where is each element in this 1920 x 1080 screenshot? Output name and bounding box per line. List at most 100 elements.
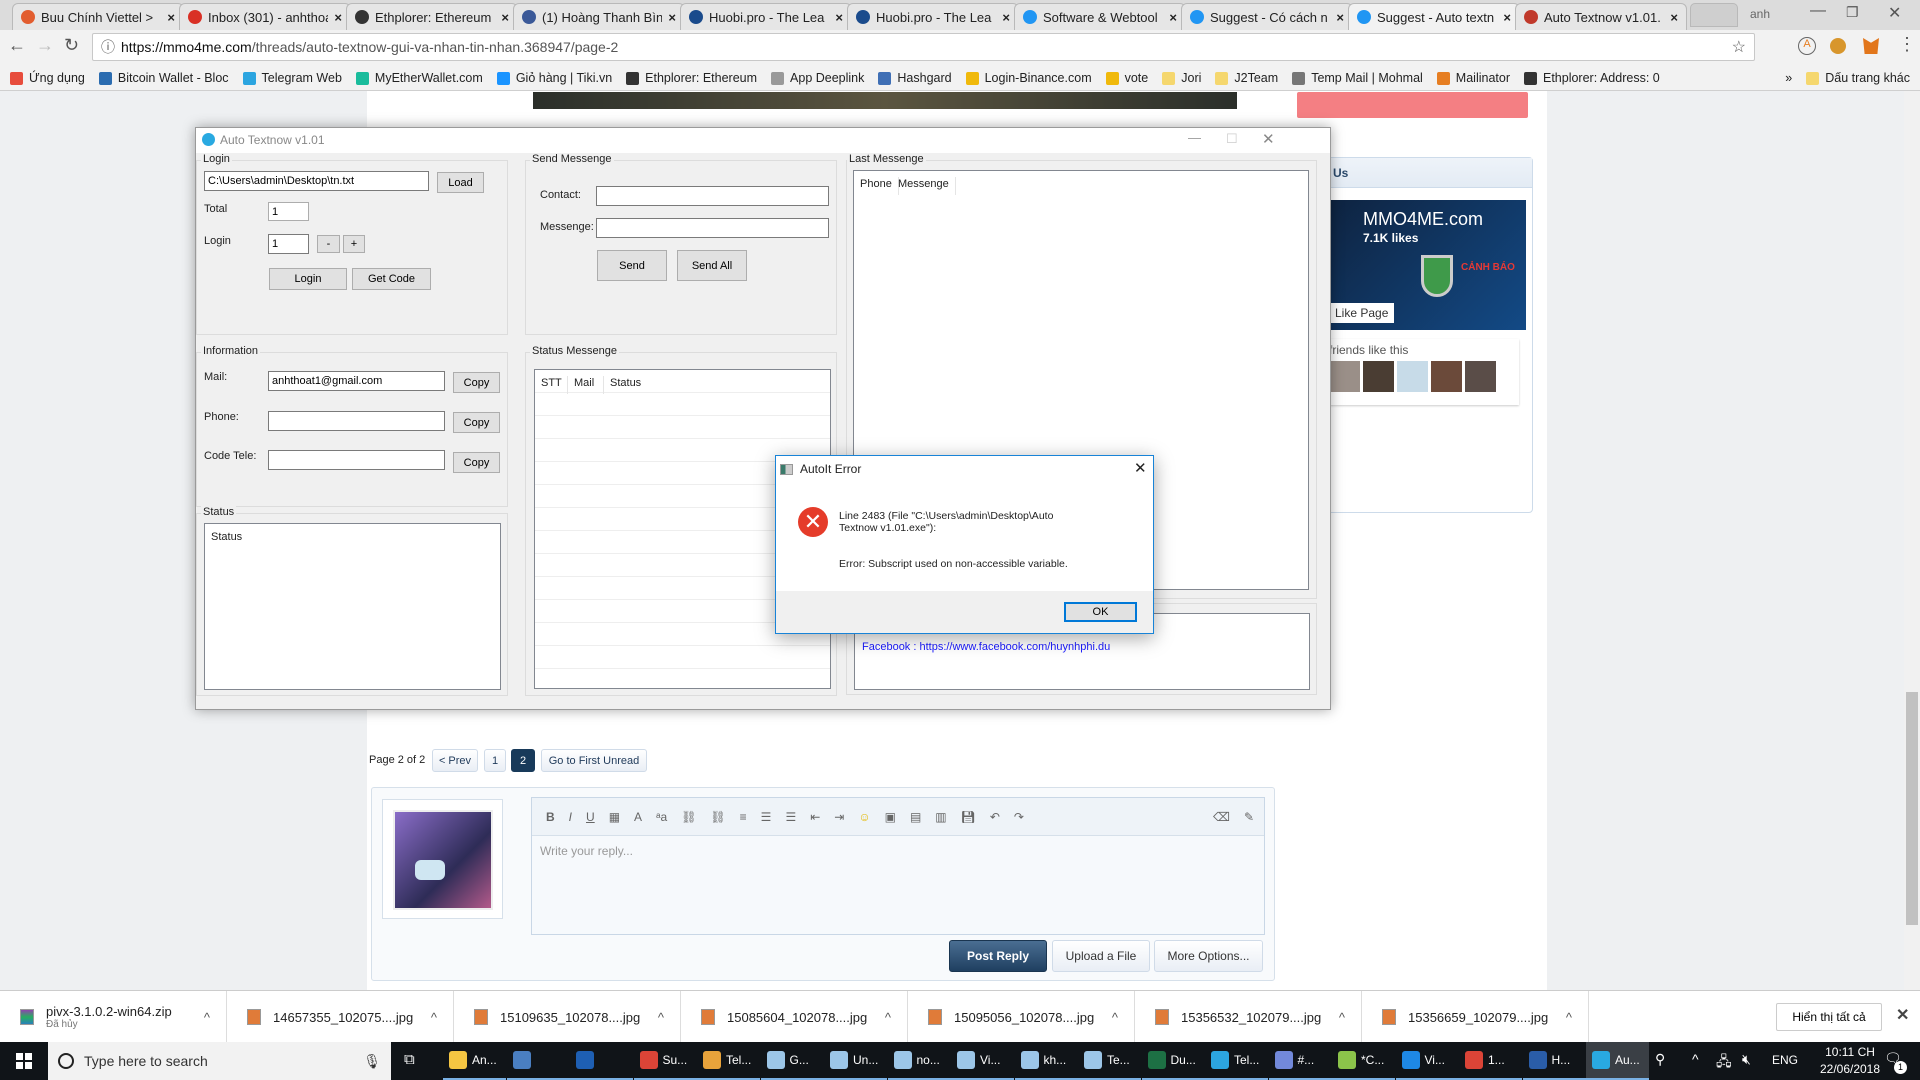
friend-avatar[interactable] xyxy=(1329,361,1360,392)
clock-date[interactable]: 22/06/2018 xyxy=(1818,1062,1882,1076)
other-bookmarks-folder[interactable]: Dấu trang khác xyxy=(1806,71,1910,85)
windows-start-icon[interactable] xyxy=(16,1053,32,1069)
browser-tab[interactable]: (1) Hoàng Thanh Bìn × xyxy=(513,3,685,30)
browser-tab[interactable]: Ethplorer: Ethereum × xyxy=(346,3,518,30)
extension-a-icon[interactable]: A xyxy=(1798,37,1816,55)
unlink-icon[interactable]: ⛓ xyxy=(710,810,725,824)
eraser-icon[interactable]: ⌫ xyxy=(1213,810,1230,824)
metamask-icon[interactable] xyxy=(1863,38,1879,54)
browser-tab[interactable]: Inbox (301) - anhthoa × xyxy=(179,3,351,30)
page-1-link[interactable]: 1 xyxy=(484,749,506,772)
forward-icon[interactable]: → xyxy=(36,35,54,56)
browser-tab[interactable]: Huobi.pro - The Lea × xyxy=(680,3,852,30)
new-tab-button[interactable] xyxy=(1690,3,1738,27)
tab-close-icon[interactable]: × xyxy=(1002,10,1010,25)
insert-icon[interactable]: ▥ xyxy=(935,810,946,824)
tab-close-icon[interactable]: × xyxy=(1503,10,1511,25)
save-draft-icon[interactable]: 💾︎ xyxy=(961,810,976,824)
bullet-list-icon[interactable]: ☰ xyxy=(761,810,772,824)
input-language[interactable]: ENG xyxy=(1772,1053,1798,1067)
taskbar-app[interactable]: no... xyxy=(887,1042,951,1080)
mail-input[interactable]: anhthoat1@gmail.com xyxy=(268,371,445,391)
send-button[interactable]: Send xyxy=(597,250,667,281)
bookmark-item[interactable]: Ứng dụng xyxy=(10,71,85,85)
font-icon[interactable]: ᵃa xyxy=(656,810,667,824)
tab-close-icon[interactable]: × xyxy=(334,10,342,25)
login-count-input[interactable]: 1 xyxy=(268,234,309,254)
tab-close-icon[interactable]: × xyxy=(501,10,509,25)
column-status[interactable]: Status xyxy=(604,376,647,394)
clock-time[interactable]: 10:11 CH xyxy=(1818,1045,1882,1059)
dialog-close-icon[interactable]: ✕ xyxy=(1134,459,1147,477)
like-page-button[interactable]: Like Page xyxy=(1329,303,1395,323)
bookmark-item[interactable]: Hashgard xyxy=(878,71,952,85)
network-icon[interactable]: 🖧︎ xyxy=(1716,1051,1732,1075)
media-icon[interactable]: ▤ xyxy=(910,810,921,824)
bookmark-item[interactable]: Bitcoin Wallet - Bloc xyxy=(98,71,229,85)
reload-icon[interactable]: ↻ xyxy=(64,35,79,56)
taskbar-app[interactable]: *C... xyxy=(1332,1042,1395,1080)
tab-close-icon[interactable]: × xyxy=(1336,10,1344,25)
copy-mail-button[interactable]: Copy xyxy=(453,372,500,393)
browser-tab[interactable]: Buu Chính Viettel > × xyxy=(12,3,184,30)
taskbar-app[interactable]: Tel... xyxy=(697,1042,760,1080)
tray-overflow-icon[interactable]: ^ xyxy=(1692,1051,1699,1067)
bookmark-item[interactable]: App Deeplink xyxy=(771,71,864,85)
post-reply-button[interactable]: Post Reply xyxy=(949,940,1047,972)
outdent-icon[interactable]: ⇤ xyxy=(810,810,820,824)
download-options-chevron-icon[interactable]: ^ xyxy=(1112,1010,1118,1025)
taskbar-app[interactable]: Vi... xyxy=(1395,1042,1459,1080)
increment-button[interactable]: + xyxy=(343,235,365,253)
taskbar-app[interactable]: Vi... xyxy=(951,1042,1014,1080)
bookmark-item[interactable]: J2Team xyxy=(1215,71,1278,85)
decrement-button[interactable]: - xyxy=(317,235,340,253)
file-path-input[interactable]: C:\Users\admin\Desktop\tn.txt xyxy=(204,171,429,191)
column-mail[interactable]: Mail xyxy=(568,376,604,394)
download-options-chevron-icon[interactable]: ^ xyxy=(1339,1010,1345,1025)
color-icon[interactable]: ▦ xyxy=(609,810,620,824)
bookmark-item[interactable]: MyEtherWallet.com xyxy=(355,71,483,85)
taskbar-app[interactable]: 1... xyxy=(1459,1042,1522,1080)
download-options-chevron-icon[interactable]: ^ xyxy=(1566,1010,1572,1025)
microphone-icon[interactable]: 🎙︎ xyxy=(363,1053,381,1070)
upload-file-button[interactable]: Upload a File xyxy=(1052,940,1150,972)
align-icon[interactable]: ≡ xyxy=(740,810,747,824)
taskbar-app[interactable] xyxy=(570,1042,633,1080)
smilie-icon[interactable]: ☺ xyxy=(858,810,870,824)
app-close-icon[interactable]: ✕ xyxy=(1262,130,1275,148)
first-unread-button[interactable]: Go to First Unread xyxy=(541,749,647,772)
app-maximize-icon[interactable]: ☐ xyxy=(1226,131,1238,147)
download-options-chevron-icon[interactable]: ^ xyxy=(204,1010,210,1025)
friend-avatar[interactable] xyxy=(1431,361,1462,392)
friend-avatar[interactable] xyxy=(1397,361,1428,392)
download-options-chevron-icon[interactable]: ^ xyxy=(431,1010,437,1025)
download-options-chevron-icon[interactable]: ^ xyxy=(885,1010,891,1025)
facebook-page-banner[interactable]: MMO4ME.com 7.1K likes CẢNH BÁO Like Page xyxy=(1329,200,1526,330)
contact-input[interactable] xyxy=(596,186,829,206)
link-icon[interactable]: ⛓ xyxy=(681,810,696,824)
tab-close-icon[interactable]: × xyxy=(167,10,175,25)
copy-code-button[interactable]: Copy xyxy=(453,452,500,473)
restore-icon[interactable]: ❐ xyxy=(1846,4,1859,21)
more-options-button[interactable]: More Options... xyxy=(1154,940,1263,972)
bookmark-item[interactable]: Ethplorer: Ethereum xyxy=(626,71,757,85)
browser-tab[interactable]: Software & Webtool × xyxy=(1014,3,1186,30)
close-window-icon[interactable]: ✕ xyxy=(1888,3,1901,23)
column-stt[interactable]: STT xyxy=(535,376,568,394)
taskbar-app[interactable]: G... xyxy=(760,1042,824,1080)
taskbar-app[interactable]: kh... xyxy=(1014,1042,1078,1080)
fb-page-name[interactable]: MMO4ME.com xyxy=(1363,209,1483,230)
toggle-bbcode-icon[interactable]: ✎ xyxy=(1244,810,1254,824)
browser-tab[interactable]: Huobi.pro - The Lea × xyxy=(847,3,1019,30)
bookmark-item[interactable]: Mailinator xyxy=(1436,71,1510,85)
scrollbar-thumb[interactable] xyxy=(1906,692,1918,925)
bold-icon[interactable]: B xyxy=(546,810,555,824)
browser-tab[interactable]: Suggest - Auto textn × xyxy=(1348,3,1520,30)
download-item[interactable]: 15095056_102078....jpg ^ xyxy=(908,991,1135,1043)
taskbar-app[interactable]: Su... xyxy=(633,1042,697,1080)
message-input[interactable] xyxy=(596,218,829,238)
bookmark-item[interactable]: Temp Mail | Mohmal xyxy=(1292,71,1423,85)
taskbar-search-box[interactable]: Type here to search 🎙︎ xyxy=(48,1042,391,1080)
star-icon[interactable]: ☆ xyxy=(1732,37,1746,57)
download-item[interactable]: 15085604_102078....jpg ^ xyxy=(681,991,908,1043)
